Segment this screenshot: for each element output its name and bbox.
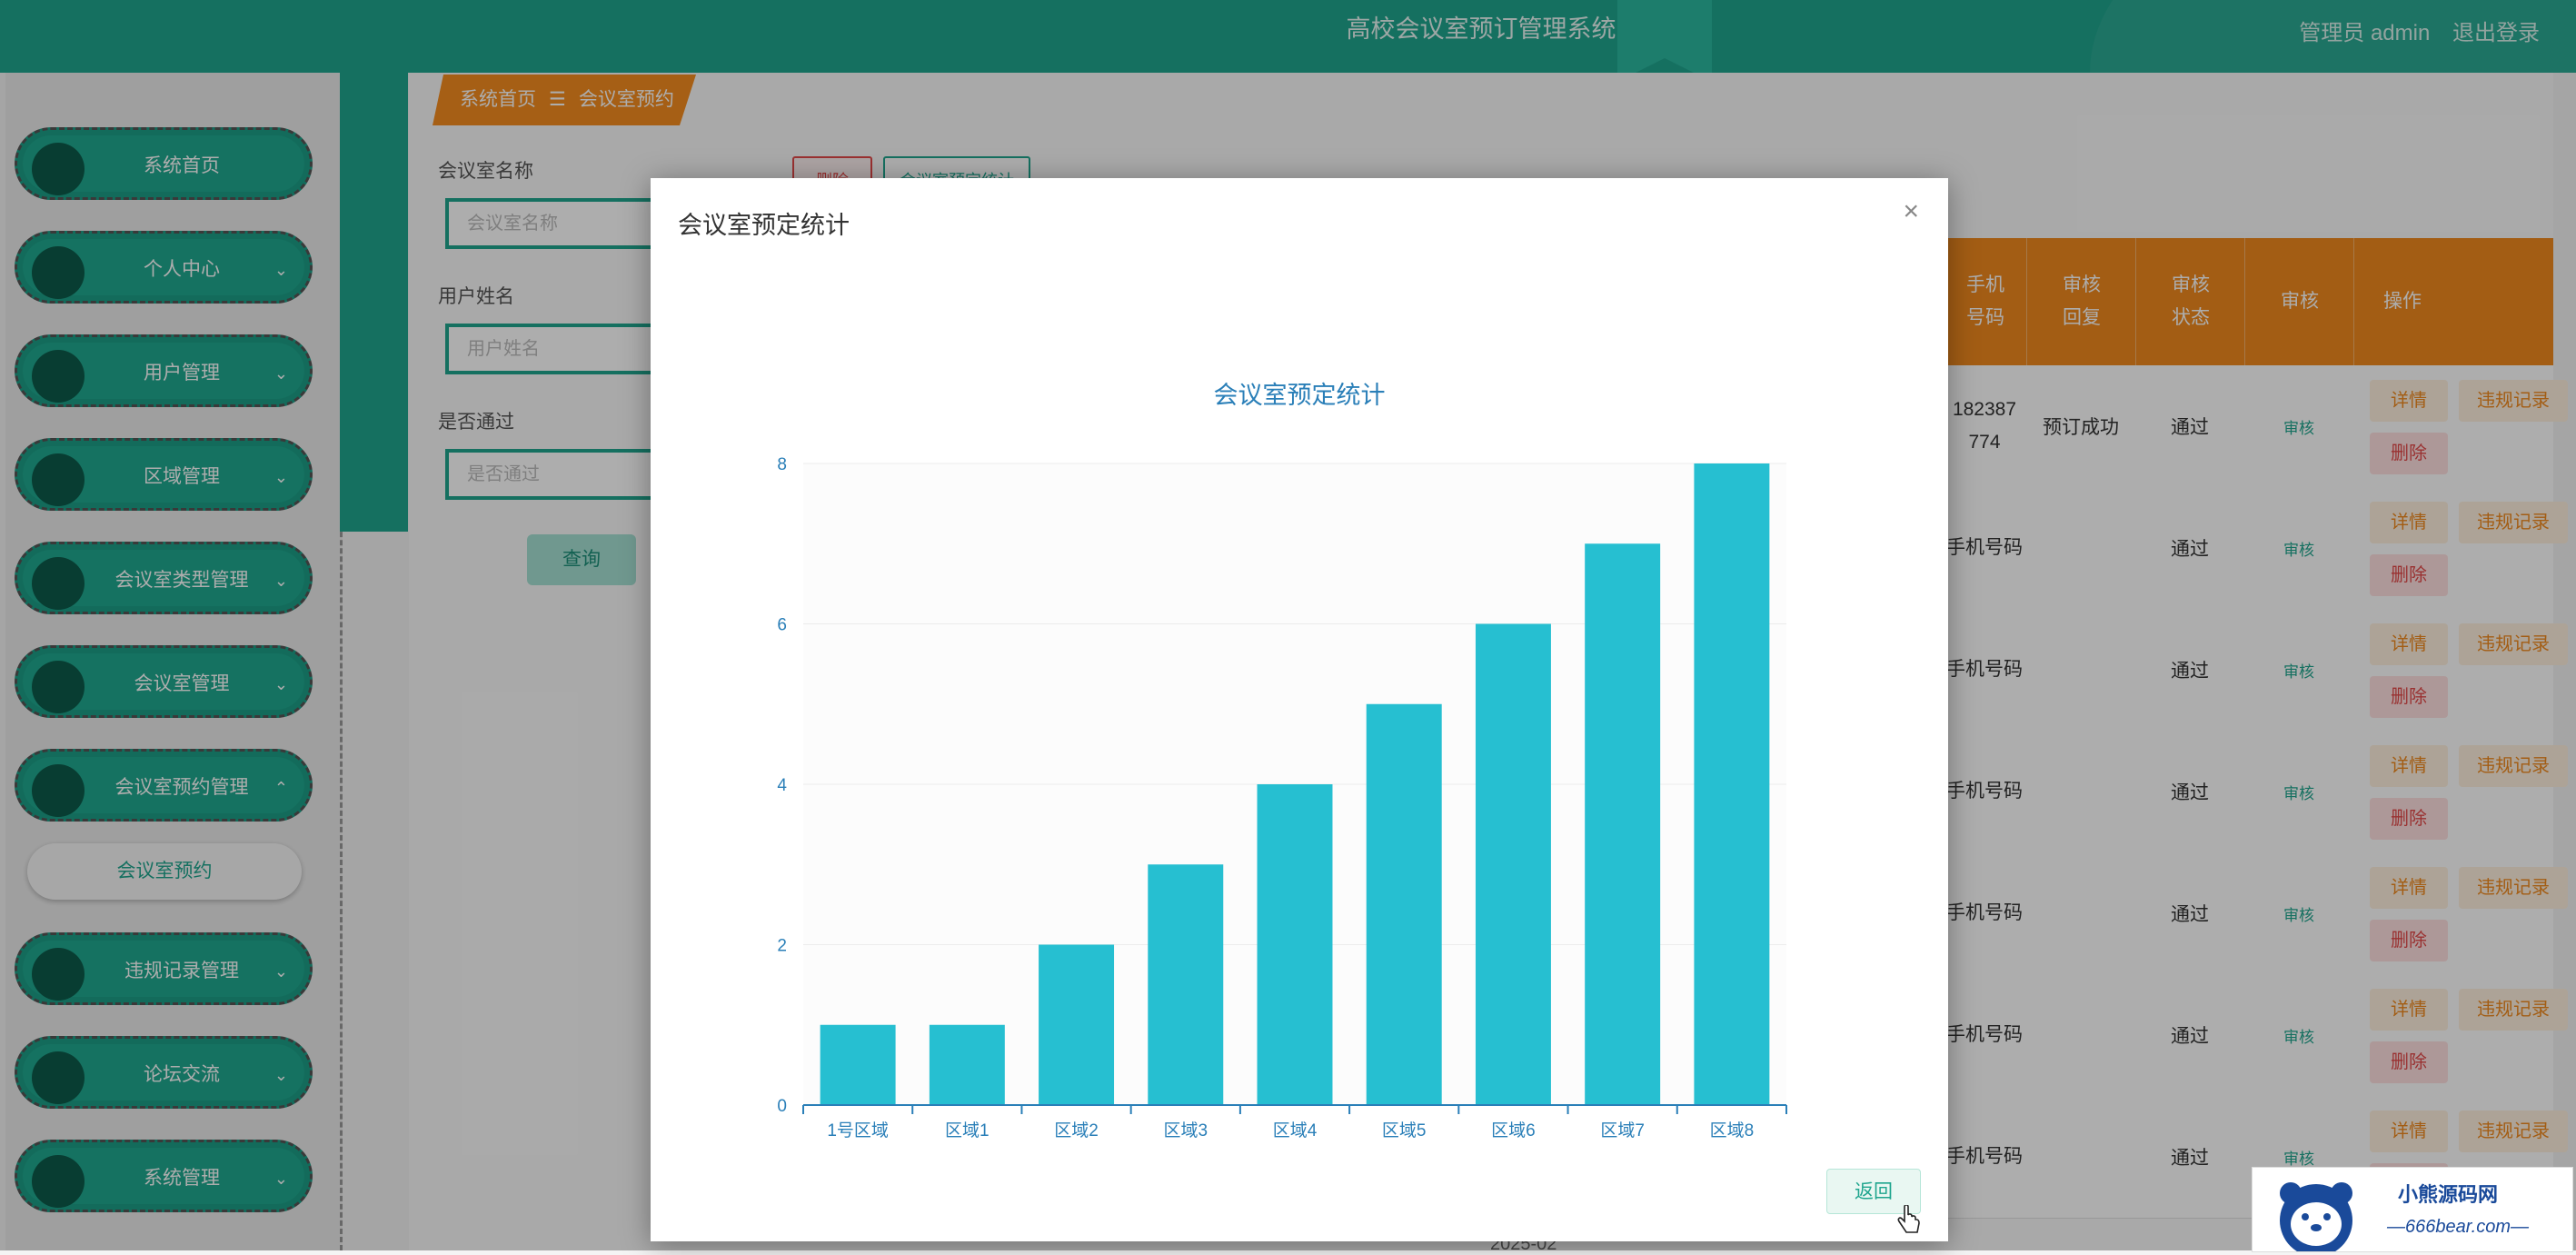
bar-chart: 会议室预定统计 0 2 4 6 8 1号区域 区域1 区域2 区域3 区域4 区域5 区域6 区域7 区域8	[777, 382, 1787, 1140]
bar-0	[820, 1024, 896, 1105]
x-tick-label: 区域3	[1163, 1121, 1208, 1140]
bar-2	[1039, 944, 1115, 1105]
x-tick-label: 区域8	[1710, 1121, 1755, 1140]
bar-1	[929, 1024, 1005, 1105]
watermark-line2: —666bear.com—	[2387, 1217, 2529, 1237]
bar-3	[1148, 864, 1224, 1105]
stats-modal: 会议室预定统计 × 会议室预定统计 0 2 4 6 8 1号区域 区域1 区域2 区域3 区域4 区域…	[651, 178, 1948, 1241]
close-icon[interactable]: ×	[1903, 196, 1919, 227]
watermark-line1: 小熊源码网	[2398, 1183, 2499, 1206]
y-tick-label: 0	[777, 1097, 787, 1116]
modal-title: 会议室预定统计	[678, 212, 850, 239]
bar-6	[1475, 623, 1551, 1105]
x-tick-label: 区域4	[1273, 1121, 1318, 1140]
x-tick-label: 区域2	[1054, 1121, 1099, 1140]
x-tick-label: 区域1	[945, 1121, 990, 1140]
y-tick-label: 6	[777, 616, 787, 635]
watermark-logo: 小熊源码网 —666bear.com—	[2252, 1167, 2573, 1252]
chart-title: 会议室预定统计	[1214, 382, 1386, 409]
y-tick-label: 4	[777, 776, 787, 795]
x-tick-label: 1号区域	[827, 1121, 889, 1140]
bar-5	[1366, 703, 1442, 1105]
bar-4	[1257, 784, 1333, 1105]
bar-8	[1694, 463, 1770, 1105]
y-tick-label: 2	[777, 937, 787, 956]
y-tick-label: 8	[777, 455, 787, 474]
bear-logo-icon	[2280, 1182, 2352, 1251]
hand-cursor-icon	[1897, 1205, 1920, 1233]
bar-7	[1585, 543, 1661, 1105]
x-tick-label: 区域6	[1491, 1121, 1536, 1140]
x-tick-label: 区域5	[1382, 1121, 1427, 1140]
x-tick-label: 区域7	[1600, 1121, 1645, 1140]
